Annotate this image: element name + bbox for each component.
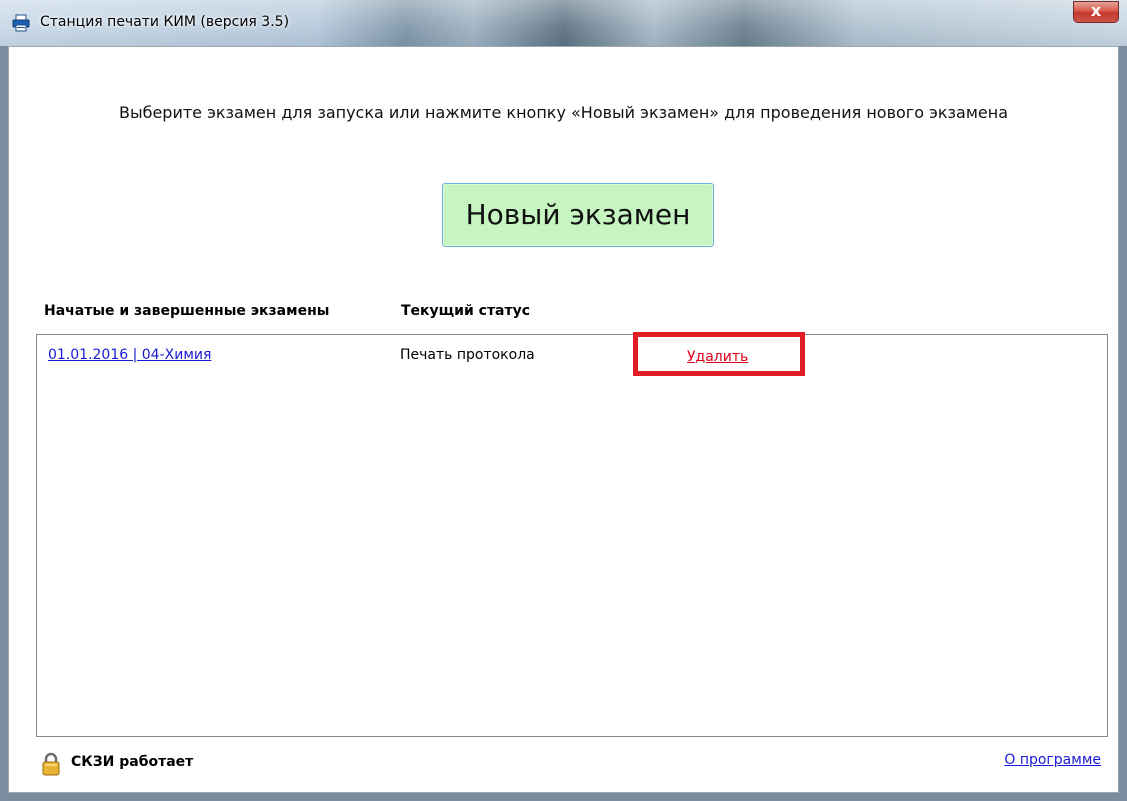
column-header-exams: Начатые и завершенные экзамены <box>44 303 330 319</box>
instruction-text: Выберите экзамен для запуска или нажмите… <box>118 103 1009 122</box>
column-header-status: Текущий статус <box>401 303 531 319</box>
delete-link[interactable]: Удалить <box>687 349 748 365</box>
exam-status: Печать протокола <box>400 347 535 363</box>
main-panel: Выберите экзамен для запуска или нажмите… <box>8 46 1119 793</box>
close-icon: x <box>1090 1 1102 20</box>
printer-icon <box>12 14 30 32</box>
lock-icon <box>42 752 60 776</box>
title-bar[interactable]: Станция печати КИМ (версия 3.5) x <box>0 0 1127 46</box>
about-link[interactable]: О программе <box>1004 752 1101 768</box>
window-title: Станция печати КИМ (версия 3.5) <box>40 14 290 30</box>
exam-list[interactable]: 01.01.2016 | 04-Химия Печать протокола У… <box>36 332 1108 737</box>
close-button[interactable]: x <box>1073 1 1119 23</box>
crypto-status: СКЗИ работает <box>71 754 194 770</box>
new-exam-button[interactable]: Новый экзамен <box>442 183 714 247</box>
app-window: Станция печати КИМ (версия 3.5) x Выбери… <box>0 0 1127 801</box>
exam-link[interactable]: 01.01.2016 | 04-Химия <box>48 347 211 363</box>
